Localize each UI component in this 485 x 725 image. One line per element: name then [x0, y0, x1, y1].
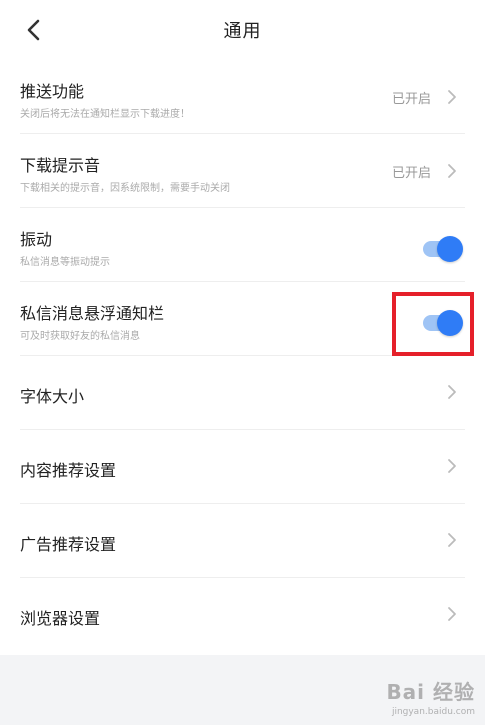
setting-description: 下载相关的提示音，因系统限制，需要手动关闭 — [20, 183, 230, 194]
chevron-right-icon — [448, 533, 456, 547]
setting-value: 已开启 — [391, 166, 431, 181]
setting-description: 私信消息等振动提示 — [20, 257, 110, 268]
settings-list: 推送功能 关闭后将无法在通知栏显示下载进度！ 已开启 下载提示音 下载相关的提示… — [0, 60, 485, 652]
chevron-right-icon — [448, 90, 456, 104]
back-button[interactable] — [18, 14, 50, 46]
vibration-toggle[interactable] — [421, 236, 463, 262]
chevron-right-icon — [448, 607, 456, 621]
chevron-right-icon — [448, 385, 456, 399]
setting-ad-recommendation[interactable]: 广告推荐设置 — [20, 504, 465, 578]
watermark: Bai 经验 jingyan.baidu.com — [386, 676, 475, 717]
chevron-right-icon — [448, 459, 456, 473]
setting-value: 已开启 — [391, 92, 431, 107]
setting-label: 推送功能 — [20, 82, 85, 101]
highlight-annotation-box — [392, 292, 474, 356]
setting-label: 浏览器设置 — [20, 609, 101, 628]
setting-browser[interactable]: 浏览器设置 — [20, 578, 465, 652]
chevron-right-icon — [448, 164, 456, 178]
watermark-url: jingyan.baidu.com — [391, 707, 475, 717]
footer-area: Bai 经验 jingyan.baidu.com — [0, 655, 485, 725]
setting-content-recommendation[interactable]: 内容推荐设置 — [20, 430, 465, 504]
setting-label: 内容推荐设置 — [20, 461, 117, 480]
chevron-left-icon — [27, 19, 40, 41]
setting-font-size[interactable]: 字体大小 — [20, 356, 465, 430]
setting-label: 振动 — [20, 230, 53, 249]
toggle-knob — [437, 236, 463, 262]
setting-label: 下载提示音 — [20, 156, 101, 175]
header-bar: 通用 — [0, 0, 485, 60]
setting-download-sound[interactable]: 下载提示音 下载相关的提示音，因系统限制，需要手动关闭 已开启 — [20, 134, 465, 208]
setting-label: 字体大小 — [20, 387, 85, 406]
setting-label: 广告推荐设置 — [20, 535, 117, 554]
setting-label: 私信消息悬浮通知栏 — [20, 304, 165, 323]
page-title: 通用 — [223, 21, 262, 42]
setting-description: 可及时获取好友的私信消息 — [20, 331, 140, 342]
setting-description: 关闭后将无法在通知栏显示下载进度！ — [20, 109, 190, 120]
setting-vibration: 振动 私信消息等振动提示 — [20, 208, 465, 282]
watermark-title: Bai 经验 — [386, 680, 475, 704]
setting-push[interactable]: 推送功能 关闭后将无法在通知栏显示下载进度！ 已开启 — [20, 60, 465, 134]
